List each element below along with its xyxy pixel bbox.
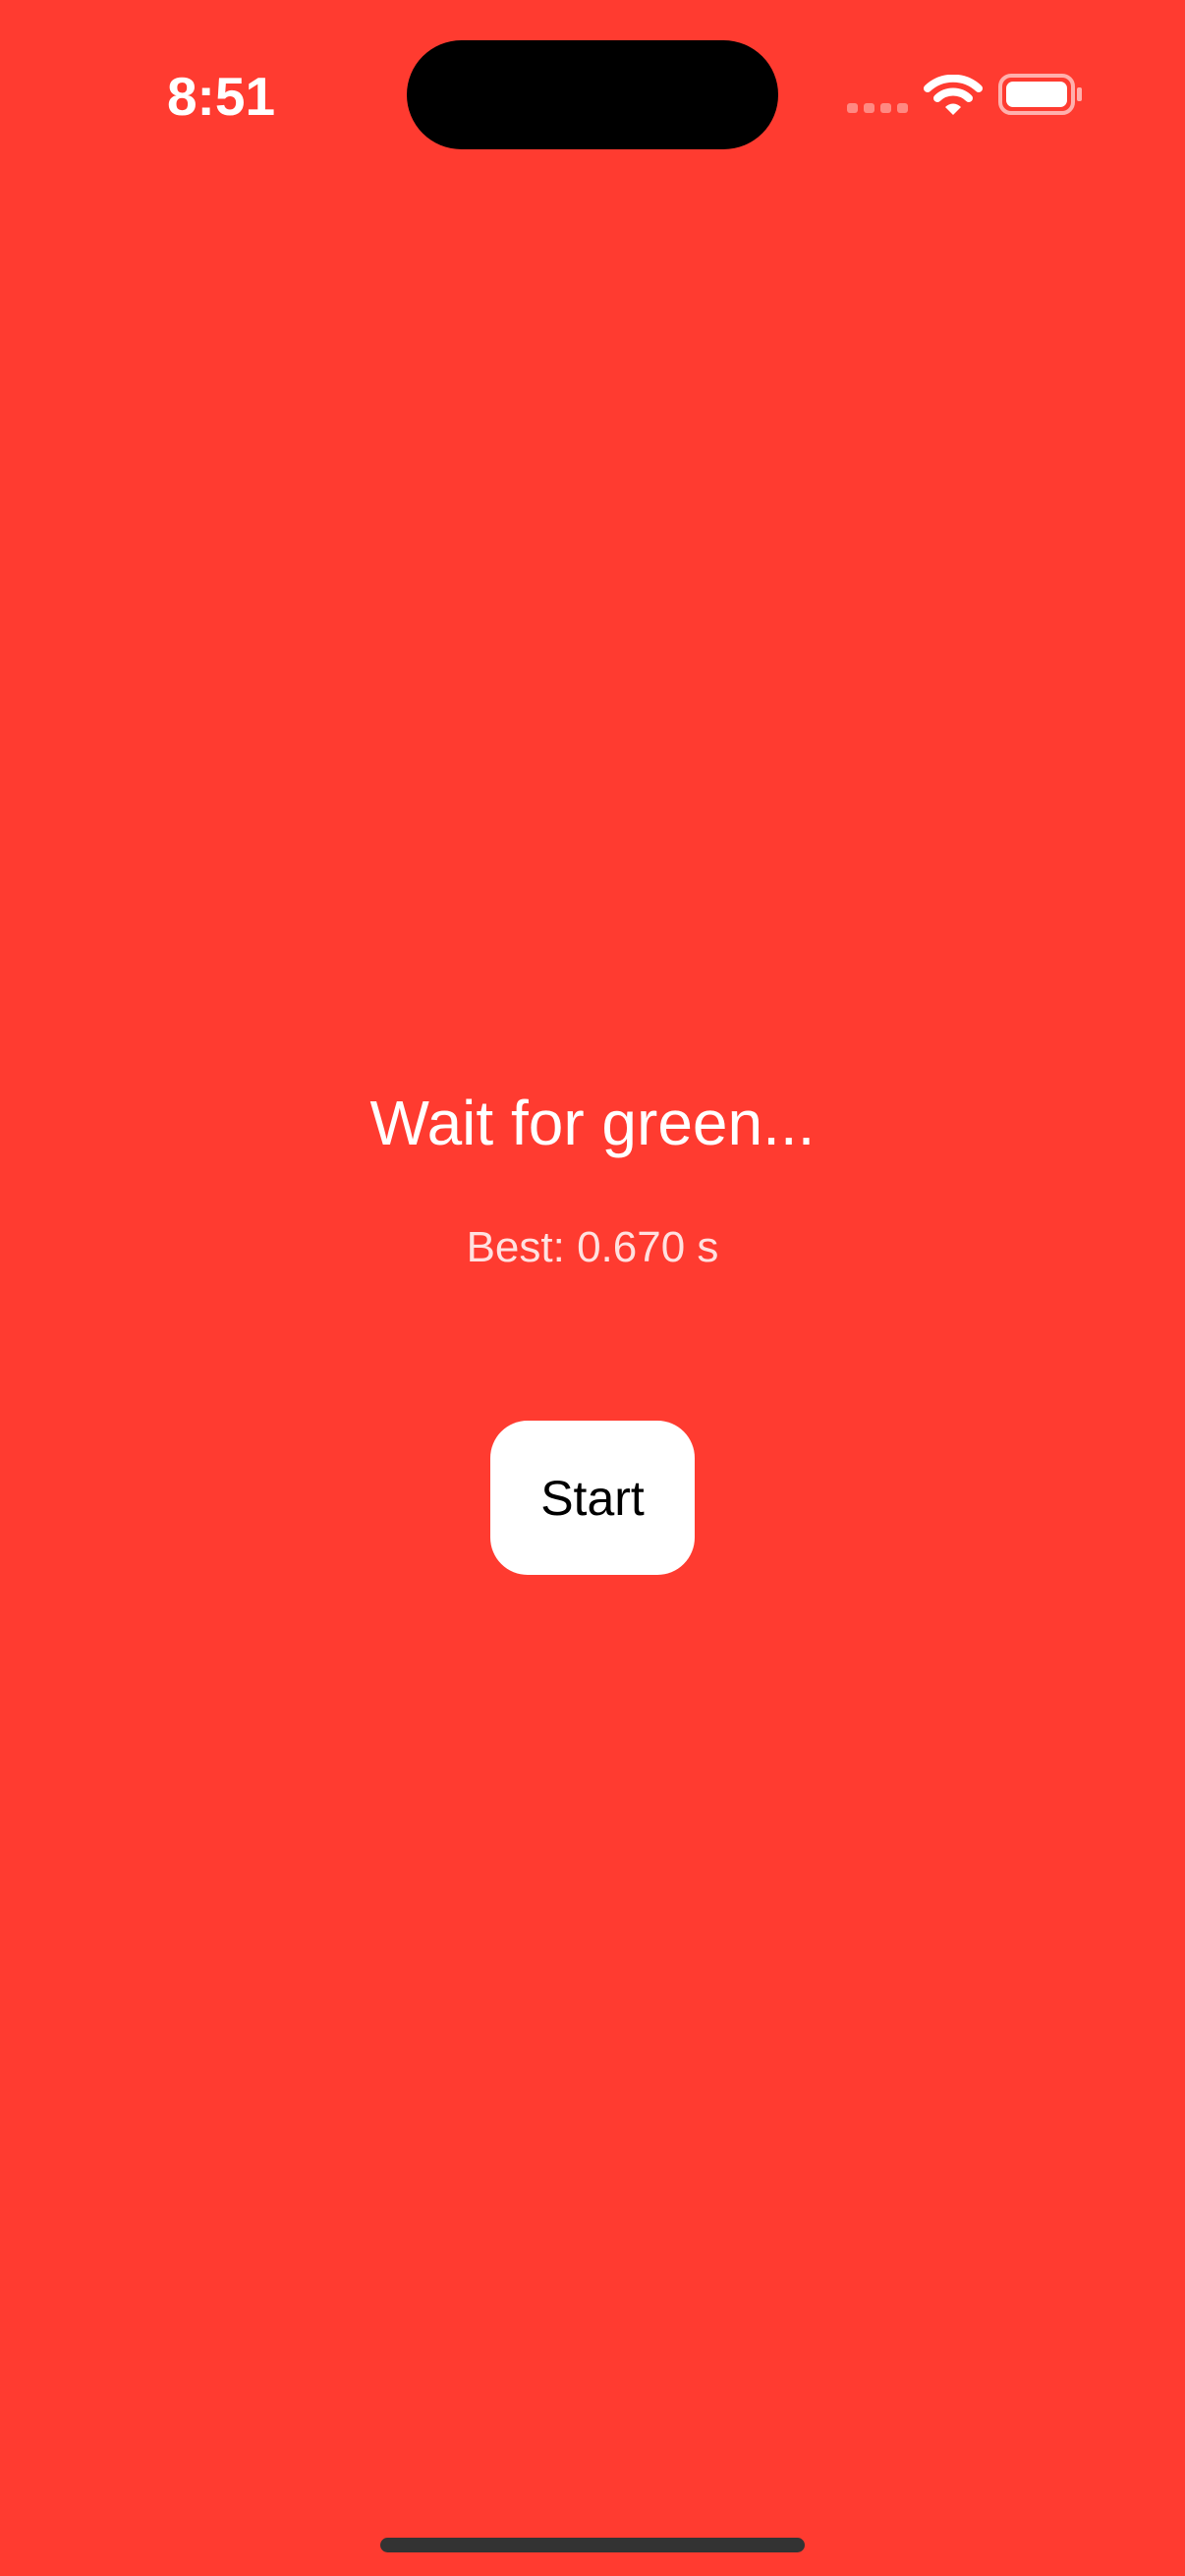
signal-icon (847, 103, 908, 113)
status-time: 8:51 (166, 66, 276, 127)
home-indicator (380, 2538, 805, 2552)
dynamic-island (407, 40, 778, 149)
start-button[interactable]: Start (490, 1421, 695, 1575)
status-bar: 8:51 (0, 0, 1185, 196)
best-time-label: Best: 0.670 s (466, 1223, 719, 1271)
wifi-icon (924, 75, 983, 115)
battery-icon (998, 74, 1082, 115)
instruction-title: Wait for green... (369, 1088, 816, 1158)
